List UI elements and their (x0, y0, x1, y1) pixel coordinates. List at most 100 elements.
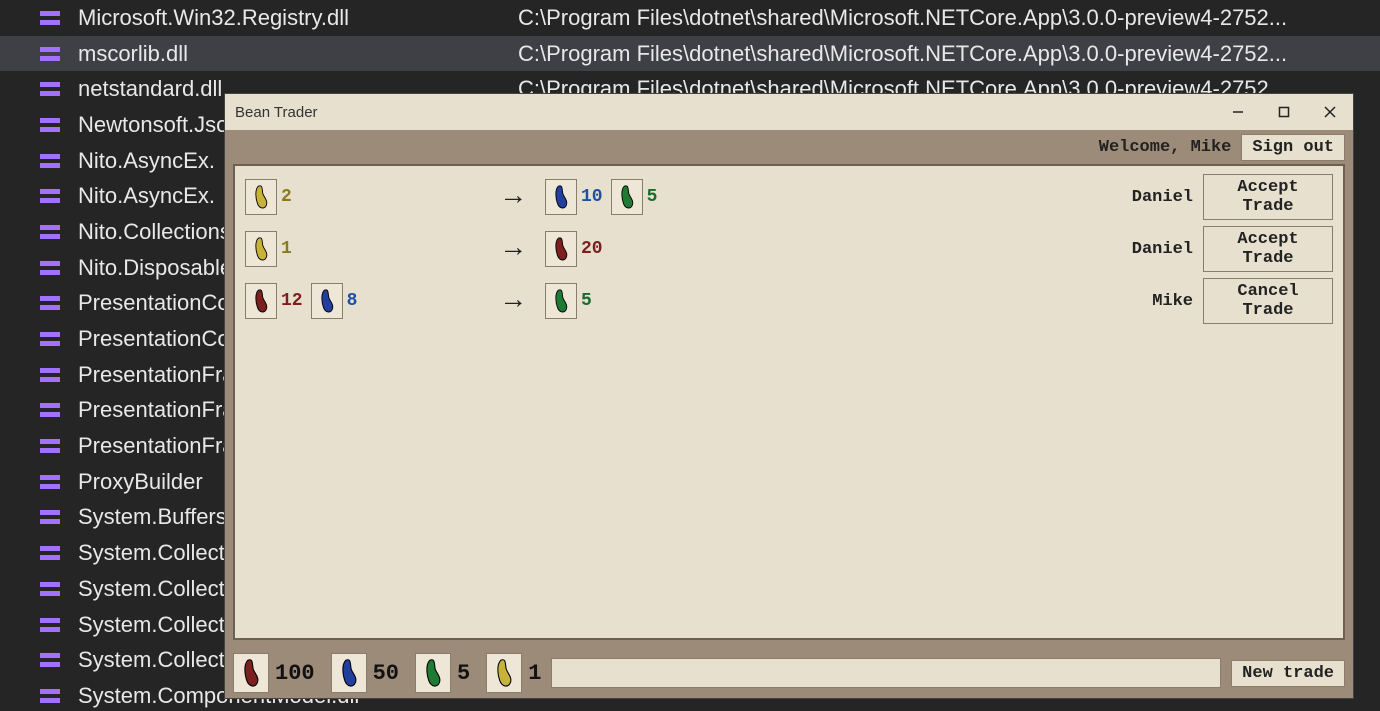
arrow-icon: → (505, 286, 545, 317)
close-icon (1324, 106, 1336, 118)
trade-row: 1 → 20 Daniel Accept Trade (245, 230, 1333, 268)
bean-count: 2 (281, 187, 292, 207)
blue-bean-icon (318, 287, 336, 315)
maximize-button[interactable] (1261, 94, 1307, 130)
trade-action-button[interactable]: Accept Trade (1203, 226, 1333, 272)
bean-box (311, 283, 343, 319)
receive-group: 20 (545, 231, 1093, 267)
bean-chip: 8 (311, 283, 358, 319)
bean-count: 10 (581, 187, 603, 207)
green-bean-icon (618, 183, 636, 211)
bean-chip: 10 (545, 179, 603, 215)
receive-group: 5 (545, 283, 1093, 319)
minimize-button[interactable] (1215, 94, 1261, 130)
bean-count: 20 (581, 239, 603, 259)
yellow-bean-icon (252, 183, 270, 211)
window-title: Bean Trader (235, 104, 1215, 121)
bean-box (245, 179, 277, 215)
trade-action-cell: Accept Trade (1203, 174, 1333, 220)
bean-trader-window: Bean Trader Welcome, Mike Sign out 2 → (224, 93, 1354, 699)
bean-box (331, 653, 367, 693)
green-bean-icon (422, 657, 444, 689)
bean-box (545, 231, 577, 267)
blue-bean-icon (552, 183, 570, 211)
chat-input[interactable] (551, 658, 1221, 688)
bean-count: 5 (581, 291, 592, 311)
bean-count: 12 (281, 291, 303, 311)
bean-box (233, 653, 269, 693)
module-icon (40, 118, 60, 132)
module-icon (40, 439, 60, 453)
bean-count: 8 (347, 291, 358, 311)
top-bar: Welcome, Mike Sign out (225, 130, 1353, 164)
module-icon (40, 296, 60, 310)
module-icon (40, 332, 60, 346)
module-icon (40, 47, 60, 61)
welcome-label: Welcome, Mike (1099, 138, 1232, 157)
trader-name: Mike (1093, 292, 1193, 311)
module-icon (40, 11, 60, 25)
bean-chip: 1 (245, 231, 292, 267)
module-icon (40, 618, 60, 632)
red-bean-icon (240, 657, 262, 689)
yellow-bean-icon (493, 657, 515, 689)
bean-chip: 5 (611, 179, 658, 215)
module-icon (40, 368, 60, 382)
module-path: C:\Program Files\dotnet\shared\Microsoft… (518, 5, 1380, 31)
bean-box (245, 231, 277, 267)
module-icon (40, 225, 60, 239)
bean-box (486, 653, 522, 693)
bean-box (611, 179, 643, 215)
minimize-icon (1232, 106, 1244, 118)
inventory-chip: 50 (331, 653, 399, 693)
trade-action-cell: Accept Trade (1203, 226, 1333, 272)
inventory: 100 50 5 1 (233, 653, 541, 693)
bean-box (545, 283, 577, 319)
module-icon (40, 82, 60, 96)
offer-group: 1 (245, 231, 505, 267)
module-icon (40, 154, 60, 168)
module-icon (40, 510, 60, 524)
trade-action-button[interactable]: Cancel Trade (1203, 278, 1333, 324)
module-row[interactable]: Microsoft.Win32.Registry.dll C:\Program … (0, 0, 1380, 36)
trader-name: Daniel (1093, 188, 1193, 207)
inventory-count: 100 (275, 661, 315, 686)
module-name: Microsoft.Win32.Registry.dll (78, 5, 518, 31)
close-button[interactable] (1307, 94, 1353, 130)
window-controls (1215, 94, 1353, 130)
green-bean-icon (552, 287, 570, 315)
arrow-icon: → (505, 234, 545, 265)
module-row[interactable]: mscorlib.dll C:\Program Files\dotnet\sha… (0, 36, 1380, 72)
module-icon (40, 261, 60, 275)
bean-chip: 5 (545, 283, 592, 319)
module-icon (40, 582, 60, 596)
sign-out-button[interactable]: Sign out (1241, 134, 1345, 161)
bean-box (415, 653, 451, 693)
yellow-bean-icon (252, 235, 270, 263)
trade-action-cell: Cancel Trade (1203, 278, 1333, 324)
module-name: mscorlib.dll (78, 41, 518, 67)
window-titlebar[interactable]: Bean Trader (225, 94, 1353, 130)
footer-bar: 100 50 5 1 New trade (225, 648, 1353, 698)
module-icon (40, 189, 60, 203)
inventory-count: 5 (457, 661, 470, 686)
module-path: C:\Program Files\dotnet\shared\Microsoft… (518, 41, 1380, 67)
new-trade-button[interactable]: New trade (1231, 660, 1345, 687)
arrow-icon: → (505, 182, 545, 213)
bean-count: 1 (281, 239, 292, 259)
maximize-icon (1278, 106, 1290, 118)
bean-count: 5 (647, 187, 658, 207)
trade-row: 12 8 → 5 Mike Cancel Trade (245, 282, 1333, 320)
module-icon (40, 689, 60, 703)
trade-row: 2 → 10 5 Daniel Accept Trade (245, 178, 1333, 216)
inventory-chip: 5 (415, 653, 470, 693)
blue-bean-icon (338, 657, 360, 689)
module-icon (40, 475, 60, 489)
trade-action-button[interactable]: Accept Trade (1203, 174, 1333, 220)
bean-chip: 20 (545, 231, 603, 267)
bean-box (545, 179, 577, 215)
trader-name: Daniel (1093, 240, 1193, 259)
inventory-chip: 1 (486, 653, 541, 693)
module-icon (40, 653, 60, 667)
bean-chip: 2 (245, 179, 292, 215)
